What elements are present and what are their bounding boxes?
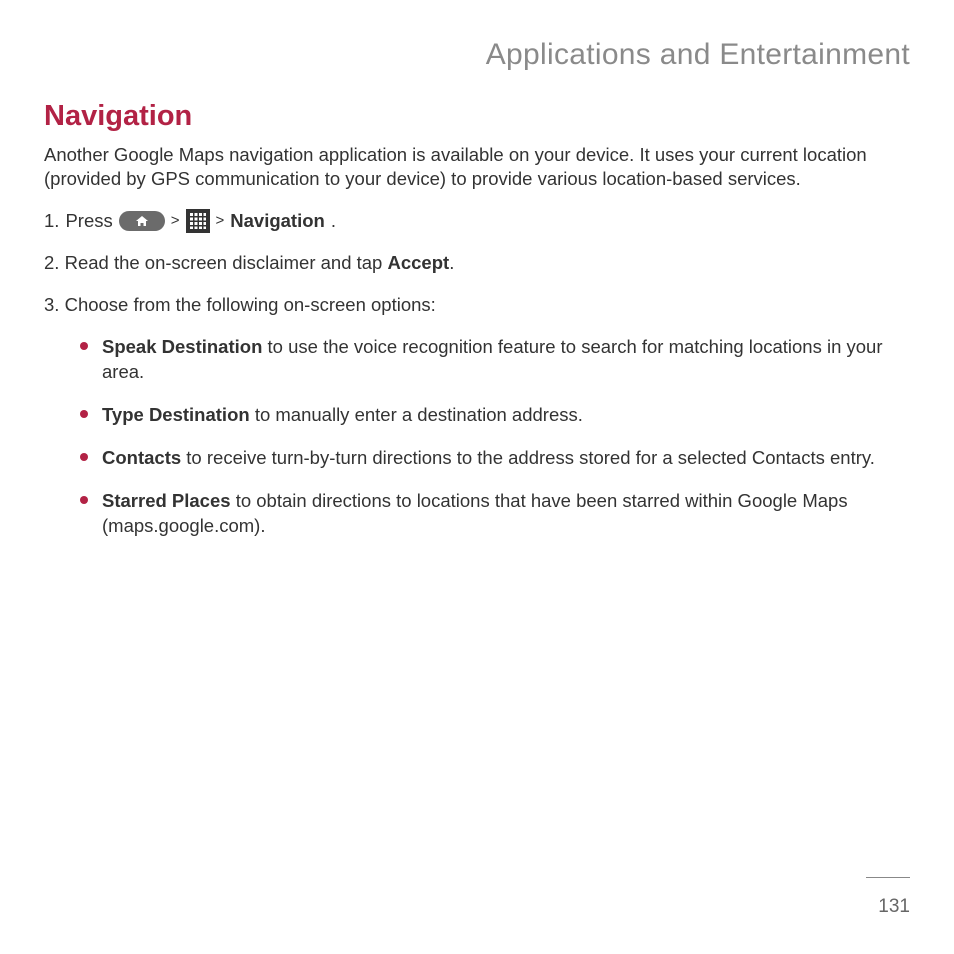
chevron-right-icon: > (216, 211, 225, 231)
step-number: 3. (44, 294, 59, 315)
step-period: . (331, 209, 336, 233)
list-item: Speak Destination to use the voice recog… (80, 335, 910, 385)
step-3-text: Choose from the following on-screen opti… (65, 294, 436, 315)
option-rest: to manually enter a destination address. (250, 404, 583, 425)
step-number: 1. (44, 209, 59, 233)
accept-label-bold: Accept (387, 252, 449, 273)
option-bold: Speak Destination (102, 336, 262, 357)
home-icon (119, 211, 165, 231)
option-rest: to receive turn-by-turn directions to th… (181, 447, 875, 468)
list-item: Contacts to receive turn-by-turn directi… (80, 446, 910, 471)
option-bold: Type Destination (102, 404, 250, 425)
section-header: Applications and Entertainment (44, 38, 910, 72)
page-title: Navigation (44, 100, 910, 133)
option-bold: Starred Places (102, 490, 231, 511)
steps-list: 1. Press > > Navigation. 2. (44, 209, 910, 539)
navigation-label-bold: Navigation (230, 209, 325, 233)
step-2: 2. Read the on-screen disclaimer and tap… (44, 251, 910, 275)
step-2-post: . (449, 252, 454, 273)
footer-rule (866, 877, 910, 878)
intro-paragraph: Another Google Maps navigation applicati… (44, 143, 910, 191)
step-number: 2. (44, 252, 59, 273)
step-3: 3. Choose from the following on-screen o… (44, 293, 910, 539)
chevron-right-icon: > (171, 211, 180, 231)
step-2-pre: Read the on-screen disclaimer and tap (65, 252, 388, 273)
step-press-label: Press (65, 209, 112, 233)
apps-grid-icon (186, 209, 210, 233)
page-number: 131 (866, 896, 910, 918)
list-item: Starred Places to obtain directions to l… (80, 489, 910, 539)
list-item: Type Destination to manually enter a des… (80, 403, 910, 428)
options-list: Speak Destination to use the voice recog… (44, 335, 910, 539)
step-1: 1. Press > > Navigation. (44, 209, 910, 233)
option-bold: Contacts (102, 447, 181, 468)
page-footer: 131 (866, 877, 910, 918)
